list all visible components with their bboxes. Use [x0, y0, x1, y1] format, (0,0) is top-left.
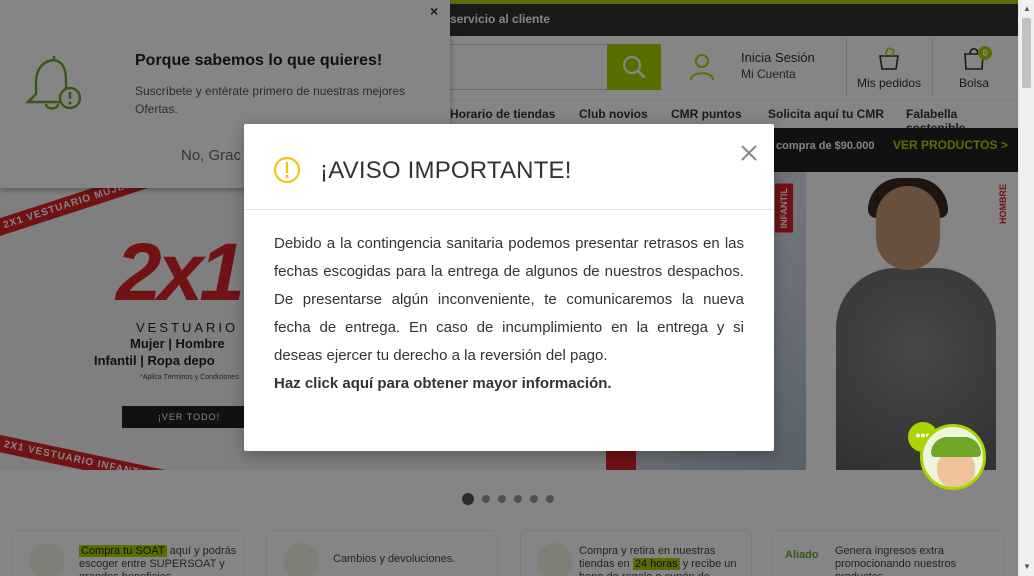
assistant-hat — [931, 437, 981, 457]
scroll-down-arrow[interactable]: ▼ — [1023, 562, 1031, 571]
scroll-thumb[interactable] — [1022, 18, 1031, 88]
close-icon[interactable] — [738, 142, 760, 164]
scroll-up-arrow[interactable]: ▲ — [1023, 4, 1031, 13]
important-notice-modal: ¡AVISO IMPORTANTE! Debido a la contingen… — [244, 124, 774, 451]
warning-icon — [273, 156, 301, 184]
modal-header: ¡AVISO IMPORTANTE! — [244, 124, 774, 210]
scrollbar[interactable]: ▲ ▼ — [1018, 0, 1034, 576]
more-info-link[interactable]: Haz click aquí para obtener mayor inform… — [274, 370, 612, 398]
modal-title: ¡AVISO IMPORTANTE! — [320, 157, 572, 184]
chat-assistant-avatar[interactable] — [920, 424, 986, 490]
modal-body: Debido a la contingencia sanitaria podem… — [274, 235, 744, 364]
